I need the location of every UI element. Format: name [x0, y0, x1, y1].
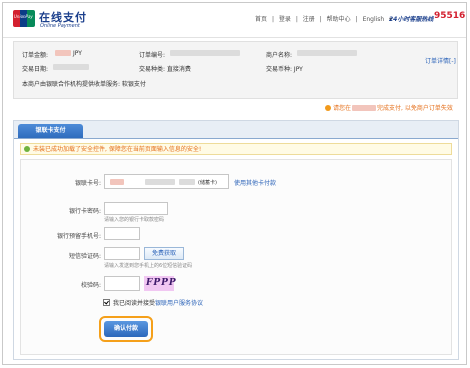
security-notice-text: 未装已成功加载了安全控件, 保障您在当前页面输入信息的安全! [33, 146, 202, 153]
phone-field[interactable] [104, 227, 140, 240]
redacted-card-suffix [179, 179, 195, 185]
sms-code-field[interactable] [104, 247, 140, 260]
check-icon [24, 146, 30, 152]
trade-currency: 交易币种: JPY [266, 66, 303, 73]
redacted-date [53, 64, 89, 70]
get-sms-code-button[interactable]: 免费获取 [144, 247, 184, 260]
nav-divider: | [295, 16, 298, 23]
merchant-label: 商户名称: [266, 52, 293, 59]
order-amount-label: 订单金额: [22, 52, 49, 59]
security-notice: 未装已成功加载了安全控件, 保障您在当前页面输入信息的安全! [20, 143, 452, 155]
agree-checkbox[interactable] [103, 299, 110, 306]
nav-divider: | [319, 16, 322, 23]
card-pin-field[interactable] [104, 202, 168, 215]
tab-bar: 银联卡支付 [14, 121, 458, 139]
use-other-card-link[interactable]: 使用其他卡付款 [234, 178, 276, 187]
warning-suffix: 完成支付, 以免商户订单失效 [377, 105, 453, 112]
nav-help[interactable]: 帮助中心 [327, 16, 351, 23]
brand-name-en: Online Payment [40, 23, 80, 29]
card-pin-hint: 请输入您的银行卡取款密码 [104, 217, 165, 223]
trade-date-label: 交易日期: [22, 66, 49, 73]
unionpay-logo: UnionPay [13, 10, 35, 27]
nav-register[interactable]: 注册 [303, 16, 315, 23]
phone-label: 银行预留手机号: [56, 233, 101, 240]
top-nav: 首页 | 登录 | 注册 | 帮助中心 | English ▾ [255, 14, 395, 23]
card-number-label: 银联卡号: [74, 180, 101, 187]
trade-type: 交易种类: 直接消费 [139, 66, 191, 73]
language-select[interactable]: English [363, 16, 385, 23]
card-pin-label: 银行卡密码: [68, 208, 101, 215]
sms-code-label: 短信验证码: [68, 253, 101, 260]
redacted-card-prefix [110, 179, 124, 185]
payment-panel: 银联卡支付 未装已成功加载了安全控件, 保障您在当前页面输入信息的安全! [13, 120, 459, 360]
captcha-label: 校验码: [80, 282, 101, 289]
hotline-label: 24小时客服热线 [389, 16, 434, 23]
card-type-tag: (储蓄卡) [198, 180, 217, 186]
nav-divider: | [271, 16, 274, 23]
acquirer-note: 本商户由银联合作机构提供收单服务: 软银支付 [22, 81, 146, 88]
logo-text: UnionPay [14, 14, 33, 19]
order-summary: 订单金额: JPY 订单编号: 商户名称: 订单详情[-] 交易日期: 交易种类… [13, 41, 458, 99]
header: UnionPay 在线支付 Online Payment 首页 | 登录 | 注… [3, 3, 466, 38]
redacted-merchant [297, 50, 357, 56]
nav-home[interactable]: 首页 [255, 16, 267, 23]
redacted-time [352, 105, 377, 111]
service-agreement-link[interactable]: 银联用户服务协议 [155, 300, 203, 307]
nav-login[interactable]: 登录 [279, 16, 291, 23]
tab-unionpay-card[interactable]: 银联卡支付 [18, 124, 83, 138]
redacted-order-number [170, 50, 240, 56]
hotline-number: 95516 [434, 11, 466, 21]
order-details-link[interactable]: 订单详情[-] [425, 56, 456, 65]
captcha-field[interactable] [104, 276, 140, 291]
redacted-amount [55, 50, 71, 56]
alert-icon [325, 105, 331, 111]
agree-text: 我已阅读并接受 [113, 300, 156, 307]
sms-code-hint: 请输入发送到您手机上的6位短信验证码 [104, 263, 193, 269]
payment-page: UnionPay 在线支付 Online Payment 首页 | 登录 | 注… [2, 2, 467, 365]
nav-divider: | [355, 16, 358, 23]
order-number-label: 订单编号: [139, 52, 166, 59]
timeout-warning: 请您在 完成支付, 以免商户订单失效 [325, 103, 453, 112]
warning-prefix: 请您在 [333, 105, 352, 112]
order-amount-currency: JPY [73, 50, 82, 57]
captcha-image[interactable]: FPPP [144, 276, 176, 291]
card-number-field[interactable]: (储蓄卡) [104, 174, 229, 189]
confirm-payment-button[interactable]: 确认付款 [104, 321, 148, 337]
redacted-card-middle [145, 179, 175, 185]
agreement-row: 我已阅读并接受银联用户服务协议 [103, 298, 203, 307]
